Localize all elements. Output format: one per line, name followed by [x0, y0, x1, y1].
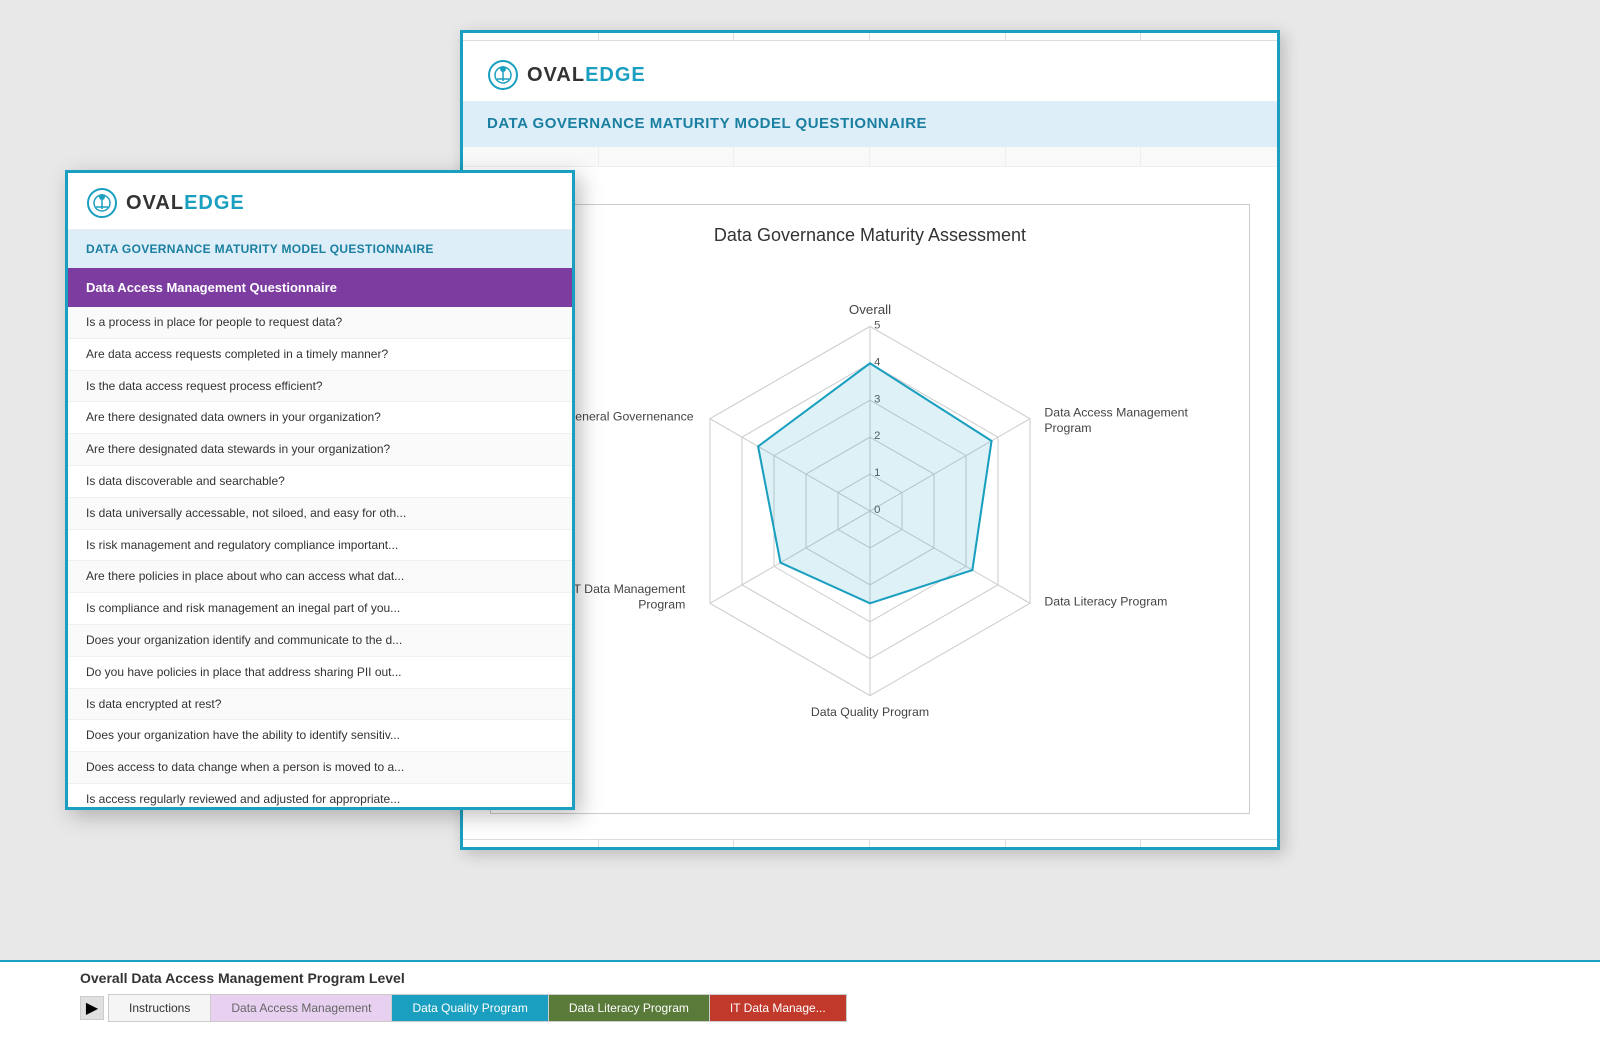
- radar-chart-container: Data Governance Maturity Assessment: [490, 204, 1250, 814]
- front-title-bar: DATA GOVERNANCE MATURITY MODEL QUESTIONN…: [68, 230, 572, 268]
- section-header: Data Access Management Questionnaire: [68, 268, 572, 307]
- front-card-title: DATA GOVERNANCE MATURITY MODEL QUESTIONN…: [86, 242, 434, 256]
- radar-area: Data Governance Maturity Assessment: [463, 167, 1277, 851]
- radar-chart-svg: 5 4 3 2 1 0: [511, 261, 1229, 761]
- tab-data-literacy-program[interactable]: Data Literacy Program: [548, 994, 709, 1022]
- logo-text: OVALEDGE: [527, 64, 646, 87]
- back-card-title: DATA GOVERNANCE MATURITY MODEL QUESTIONN…: [487, 115, 927, 132]
- logo-icon: [487, 59, 519, 91]
- bottom-bar-title: Overall Data Access Management Program L…: [0, 962, 1600, 994]
- tab-data-access-management[interactable]: Data Access Management: [210, 994, 391, 1022]
- svg-text:Overall: Overall: [849, 302, 891, 317]
- question-item: Is a process in place for people to requ…: [68, 307, 572, 339]
- questions-list: Is a process in place for people to requ…: [68, 307, 572, 810]
- back-card-title-bar: DATA GOVERNANCE MATURITY MODEL QUESTIONN…: [463, 101, 1277, 147]
- front-logo: OVALEDGE: [86, 187, 245, 219]
- question-item: Is data universally accessable, not silo…: [68, 498, 572, 530]
- section-label: Data Access Management Questionnaire: [86, 280, 337, 295]
- svg-text:5: 5: [874, 319, 880, 331]
- question-item: Does your organization identify and comm…: [68, 625, 572, 657]
- question-item: Is data discoverable and searchable?: [68, 466, 572, 498]
- svg-text:Program: Program: [638, 597, 685, 611]
- question-item: Is compliance and risk management an ine…: [68, 593, 572, 625]
- bottom-bar: Overall Data Access Management Program L…: [0, 960, 1600, 1050]
- svg-text:Program: Program: [1044, 421, 1091, 435]
- question-item: Is data encrypted at rest?: [68, 689, 572, 721]
- front-logo-text: OVALEDGE: [126, 192, 245, 215]
- question-item: Is access regularly reviewed and adjuste…: [68, 784, 572, 810]
- radar-card: OVALEDGE DATA GOVERNANCE MATURITY MODEL …: [460, 30, 1280, 850]
- tabs-row: ▶ Instructions Data Access Management Da…: [0, 994, 1600, 1022]
- question-item: Does your organization have the ability …: [68, 720, 572, 752]
- back-card-header: OVALEDGE: [463, 41, 1277, 101]
- svg-text:Data Access Management: Data Access Management: [1044, 406, 1188, 420]
- tab-play-button[interactable]: ▶: [80, 996, 104, 1020]
- tab-instructions[interactable]: Instructions: [108, 994, 210, 1022]
- questionnaire-card: OVALEDGE DATA GOVERNANCE MATURITY MODEL …: [65, 170, 575, 810]
- tab-data-quality-program[interactable]: Data Quality Program: [391, 994, 547, 1022]
- question-item: Are data access requests completed in a …: [68, 339, 572, 371]
- main-container: OVALEDGE DATA GOVERNANCE MATURITY MODEL …: [0, 0, 1600, 1050]
- question-item: Is the data access request process effic…: [68, 371, 572, 403]
- question-item: Are there designated data stewards in yo…: [68, 434, 572, 466]
- question-item: Are there designated data owners in your…: [68, 402, 572, 434]
- svg-text:General Governenance: General Governenance: [566, 410, 694, 424]
- svg-text:IT Data Management: IT Data Management: [570, 582, 686, 596]
- svg-text:Data Quality Program: Data Quality Program: [811, 705, 929, 719]
- front-logo-icon: [86, 187, 118, 219]
- question-item: Do you have policies in place that addre…: [68, 657, 572, 689]
- radar-chart-title: Data Governance Maturity Assessment: [511, 225, 1229, 246]
- svg-text:Data Literacy Program: Data Literacy Program: [1044, 594, 1167, 608]
- logo: OVALEDGE: [487, 59, 646, 91]
- front-card-header: OVALEDGE: [68, 173, 572, 230]
- question-item: Does access to data change when a person…: [68, 752, 572, 784]
- tab-it-data-manage[interactable]: IT Data Manage...: [709, 994, 847, 1022]
- question-item: Is risk management and regulatory compli…: [68, 530, 572, 562]
- question-item: Are there policies in place about who ca…: [68, 561, 572, 593]
